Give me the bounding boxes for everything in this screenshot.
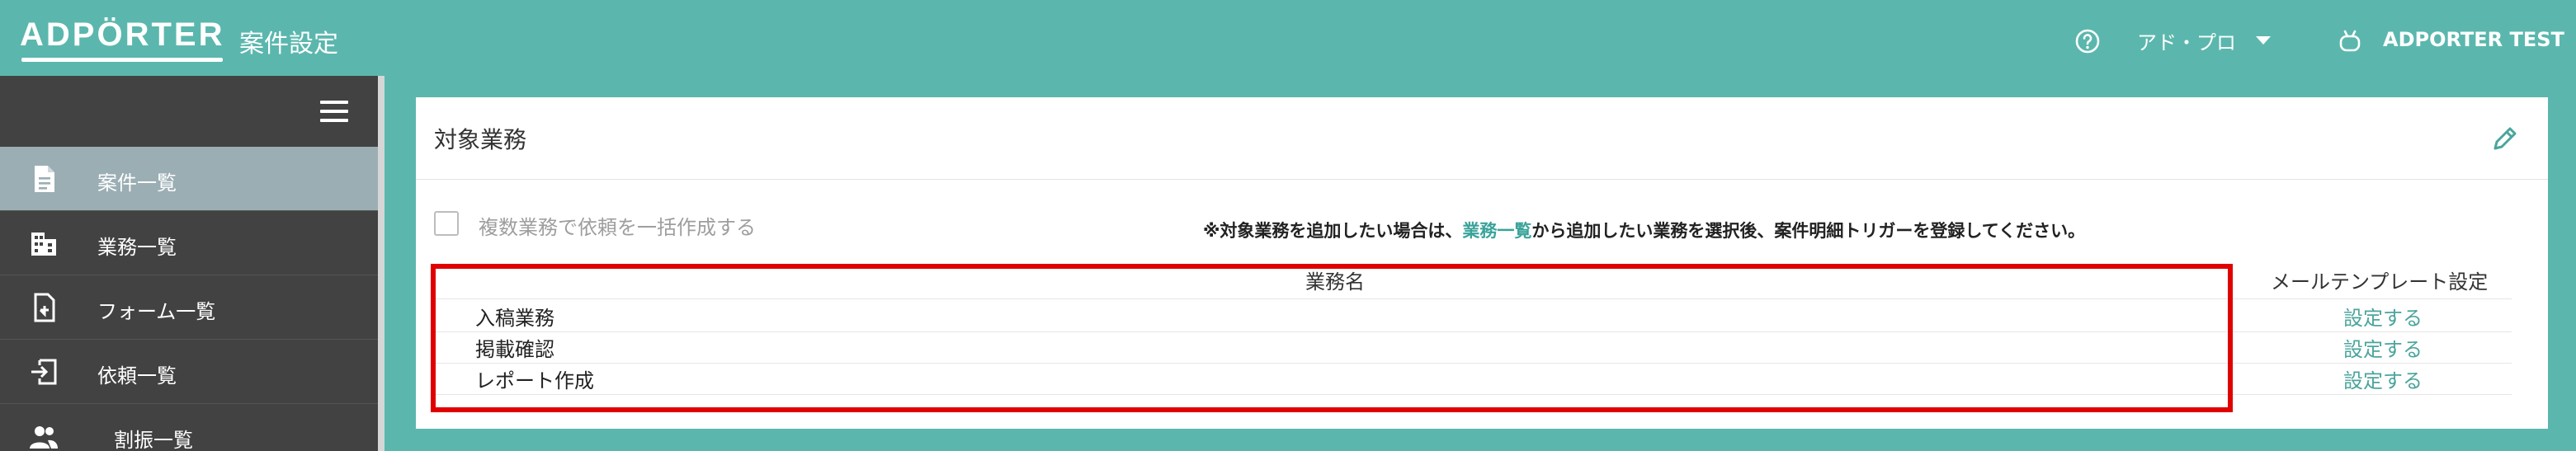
set-template-link[interactable]: 設定する xyxy=(2343,333,2423,362)
sidebar-item-projects[interactable]: 案件一覧 xyxy=(0,147,378,211)
sidebar-item-label: 割振一覧 xyxy=(114,429,193,451)
logo-underline xyxy=(21,58,223,62)
task-list-link[interactable]: 業務一覧 xyxy=(1462,221,1531,241)
notice-suffix: から追加したい業務を選択後、案件明細トリガーを登録してください。 xyxy=(1531,221,2086,241)
set-template-link[interactable]: 設定する xyxy=(2343,302,2423,331)
column-header-mail-template: メールテンプレート設定 xyxy=(2271,270,2489,294)
sidebar-item-forms[interactable]: フォーム一覧 xyxy=(0,275,378,340)
sidebar: 案件一覧 業務一覧 フォーム一覧 依頼一覧 割振一覧 xyxy=(0,76,378,451)
card-header: 対象業務 xyxy=(416,97,2548,180)
user-name[interactable]: ADPORTER TEST xyxy=(2383,28,2564,51)
notice-prefix: ※対象業務を追加したい場合は、 xyxy=(1203,221,1463,241)
sidebar-item-label: 案件一覧 xyxy=(97,171,177,195)
page-title: 案件設定 xyxy=(239,30,338,59)
brand-logo[interactable]: ADPÖRTER xyxy=(20,16,224,54)
people-icon xyxy=(30,426,58,449)
robot-user-icon xyxy=(2339,30,2361,52)
target-tasks-card: 対象業務 複数業務で依頼を一括作成する ※対象業務を追加したい場合は、業務一覧か… xyxy=(416,97,2548,429)
chevron-down-icon[interactable] xyxy=(2256,36,2271,45)
sidebar-item-tasks[interactable]: 業務一覧 xyxy=(0,211,378,275)
hamburger-menu-icon[interactable] xyxy=(320,101,348,122)
sidebar-item-assignments[interactable]: 割振一覧 xyxy=(0,404,378,451)
sidebar-divider xyxy=(378,76,385,451)
notice-text: ※対象業務を追加したい場合は、業務一覧から追加したい業務を選択後、案件明細トリガ… xyxy=(1203,218,2085,242)
document-icon xyxy=(35,166,54,192)
sidebar-item-requests[interactable]: 依頼一覧 xyxy=(0,340,378,404)
highlight-box xyxy=(431,264,2233,412)
app-header: ADPÖRTER 案件設定 アド・プロ ADPORTER TEST xyxy=(0,0,2576,76)
card-title: 対象業務 xyxy=(434,126,527,153)
bulk-create-label: 複数業務で依頼を一括作成する xyxy=(479,216,756,239)
set-template-link[interactable]: 設定する xyxy=(2343,364,2423,393)
sidebar-item-label: 業務一覧 xyxy=(97,236,177,259)
form-icon xyxy=(34,293,55,322)
org-selector[interactable]: アド・プロ xyxy=(2137,26,2236,55)
help-icon[interactable] xyxy=(2074,28,2101,54)
pencil-icon[interactable] xyxy=(2489,122,2522,155)
sidebar-item-label: 依頼一覧 xyxy=(97,364,177,388)
sidebar-menu-bar xyxy=(0,76,378,147)
building-icon xyxy=(31,233,56,256)
sidebar-item-label: フォーム一覧 xyxy=(97,300,216,323)
bulk-create-checkbox[interactable] xyxy=(434,211,459,236)
login-icon xyxy=(31,359,57,385)
